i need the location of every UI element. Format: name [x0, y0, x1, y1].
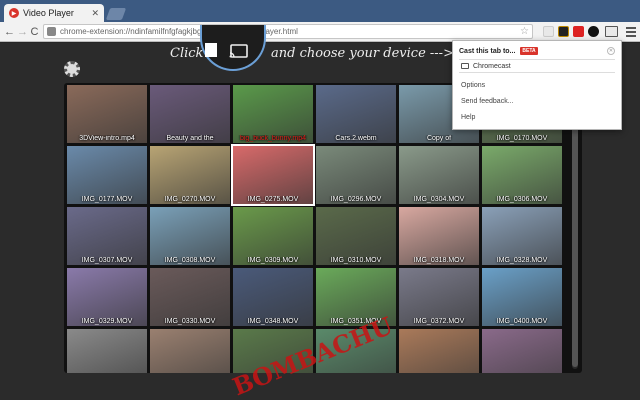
device-label: Chromecast — [473, 62, 511, 70]
options-menu-item[interactable]: Options — [453, 77, 621, 93]
thumbnail-caption: Copy of — [426, 135, 452, 142]
video-thumbnail[interactable]: IMG_0400.MOV — [482, 268, 562, 326]
video-thumbnail[interactable]: big_buck_bunny.mp4 — [233, 85, 313, 143]
extension-icon[interactable] — [588, 26, 599, 37]
thumbnail-caption: IMG_0330.MOV — [164, 318, 216, 325]
thumbnail-caption: Cars.2.webm — [335, 135, 377, 142]
thumbnail-image — [150, 329, 230, 373]
video-thumbnail[interactable]: Beauty and the — [150, 85, 230, 143]
extension-icon[interactable] — [558, 26, 569, 37]
thumbnail-image — [67, 329, 147, 373]
thumbnail-caption: 3DView-intro.mp4 — [79, 135, 135, 142]
popup-title: Cast this tab to... — [459, 47, 516, 55]
thumbnail-caption: IMG_0306.MOV — [496, 196, 548, 203]
video-thumbnail[interactable]: IMG_0275.MOV — [231, 144, 315, 206]
video-player-favicon-icon: ▶ — [9, 8, 19, 18]
extension-page-icon — [47, 27, 56, 36]
chrome-menu-icon[interactable] — [626, 26, 636, 37]
thumbnail-caption: IMG_0307.MOV — [81, 257, 133, 264]
video-thumbnail[interactable]: IMG_0328.MOV — [482, 207, 562, 265]
extension-icon[interactable] — [543, 26, 554, 37]
video-thumbnail[interactable]: IMG_0309.MOV — [233, 207, 313, 265]
address-bar[interactable]: chrome-extension://ndinfamilfnfgfagkjbgp… — [43, 24, 533, 39]
thumbnail-caption: IMG_0348.MOV — [247, 318, 299, 325]
thumbnail-caption: IMG_0329.MOV — [81, 318, 133, 325]
thumbnail-caption: IMG_0170.MOV — [496, 135, 548, 142]
extension-icon[interactable] — [573, 26, 584, 37]
help-menu-item[interactable]: Help — [453, 109, 621, 125]
new-tab-button[interactable] — [105, 8, 127, 20]
video-thumbnail[interactable]: IMG_0307.MOV — [67, 207, 147, 265]
video-thumbnail[interactable]: IMG_0177.MOV — [67, 146, 147, 204]
tab-video-player[interactable]: ▶ Video Player ✕ — [4, 4, 104, 22]
thumbnail-caption: IMG_0310.MOV — [330, 257, 382, 264]
cast-popup: Cast this tab to... BETA ✕ Chromecast Op… — [452, 40, 622, 130]
forward-button[interactable]: → — [17, 25, 28, 39]
popup-header: Cast this tab to... BETA ✕ — [453, 41, 621, 59]
cast-placeholder — [205, 43, 217, 57]
video-thumbnail[interactable]: IMG_0296.MOV — [316, 146, 396, 204]
thumbnail-caption: big_buck_bunny.mp4 — [239, 135, 307, 142]
video-thumbnail[interactable] — [482, 329, 562, 373]
browser-toolbar: ← → C chrome-extension://ndinfamilfnfgfa… — [0, 22, 640, 42]
tab-title: Video Player — [23, 8, 74, 18]
beta-badge: BETA — [520, 47, 538, 55]
thumbnail-caption: IMG_0304.MOV — [413, 196, 465, 203]
thumbnail-caption: IMG_0328.MOV — [496, 257, 548, 264]
video-thumbnail[interactable]: IMG_0329.MOV — [67, 268, 147, 326]
tab-strip: ▶ Video Player ✕ — [0, 0, 640, 22]
instruction-click-text: Click — [170, 46, 204, 61]
instruction-choose-text: and choose your device ---> — [271, 46, 454, 61]
video-thumbnail[interactable]: 3DView-intro.mp4 — [67, 85, 147, 143]
video-thumbnail[interactable] — [67, 329, 147, 373]
video-thumbnail[interactable] — [150, 329, 230, 373]
bookmark-star-icon[interactable]: ☆ — [520, 26, 529, 37]
video-thumbnail[interactable]: IMG_0318.MOV — [399, 207, 479, 265]
popup-close-icon[interactable]: ✕ — [607, 47, 615, 55]
thumbnail-caption: IMG_0177.MOV — [81, 196, 133, 203]
thumbnail-image — [482, 329, 562, 373]
video-thumbnail[interactable]: IMG_0310.MOV — [316, 207, 396, 265]
extension-icons — [543, 26, 636, 37]
thumbnail-caption: IMG_0372.MOV — [413, 318, 465, 325]
thumbnail-caption: IMG_0296.MOV — [330, 196, 382, 203]
thumbnail-caption: IMG_0308.MOV — [164, 257, 216, 264]
video-thumbnail[interactable]: IMG_0308.MOV — [150, 207, 230, 265]
browser-window: ▶ Video Player ✕ ← → C chrome-extension:… — [0, 0, 640, 400]
video-thumbnail[interactable]: IMG_0306.MOV — [482, 146, 562, 204]
thumbnail-caption: IMG_0309.MOV — [247, 257, 299, 264]
thumbnail-caption: IMG_0270.MOV — [164, 196, 216, 203]
video-thumbnail[interactable]: IMG_0330.MOV — [150, 268, 230, 326]
thumbnail-caption: IMG_0400.MOV — [496, 318, 548, 325]
video-thumbnail[interactable]: IMG_0372.MOV — [399, 268, 479, 326]
device-chromecast[interactable]: Chromecast — [459, 59, 615, 73]
cast-device-icon — [461, 63, 469, 69]
cast-extension-icon[interactable] — [605, 26, 618, 37]
video-thumbnail[interactable]: IMG_0270.MOV — [150, 146, 230, 204]
video-thumbnail[interactable] — [399, 329, 479, 373]
video-thumbnail[interactable]: Cars.2.webm — [316, 85, 396, 143]
video-thumbnail[interactable]: IMG_0348.MOV — [233, 268, 313, 326]
send-feedback-menu-item[interactable]: Send feedback... — [453, 93, 621, 109]
cast-icon[interactable] — [229, 44, 249, 58]
back-button[interactable]: ← — [4, 25, 15, 39]
reload-button[interactable]: C — [30, 25, 39, 39]
url-text[interactable]: chrome-extension://ndinfamilfnfgfagkjbgp… — [60, 27, 520, 36]
settings-gear-icon[interactable] — [64, 61, 80, 77]
thumbnail-image — [399, 329, 479, 373]
thumbnail-caption: Beauty and the — [166, 135, 214, 142]
thumbnail-caption: IMG_0318.MOV — [413, 257, 465, 264]
thumbnail-caption: IMG_0275.MOV — [247, 196, 299, 203]
video-thumbnail[interactable]: IMG_0304.MOV — [399, 146, 479, 204]
tab-close-icon[interactable]: ✕ — [91, 8, 99, 19]
